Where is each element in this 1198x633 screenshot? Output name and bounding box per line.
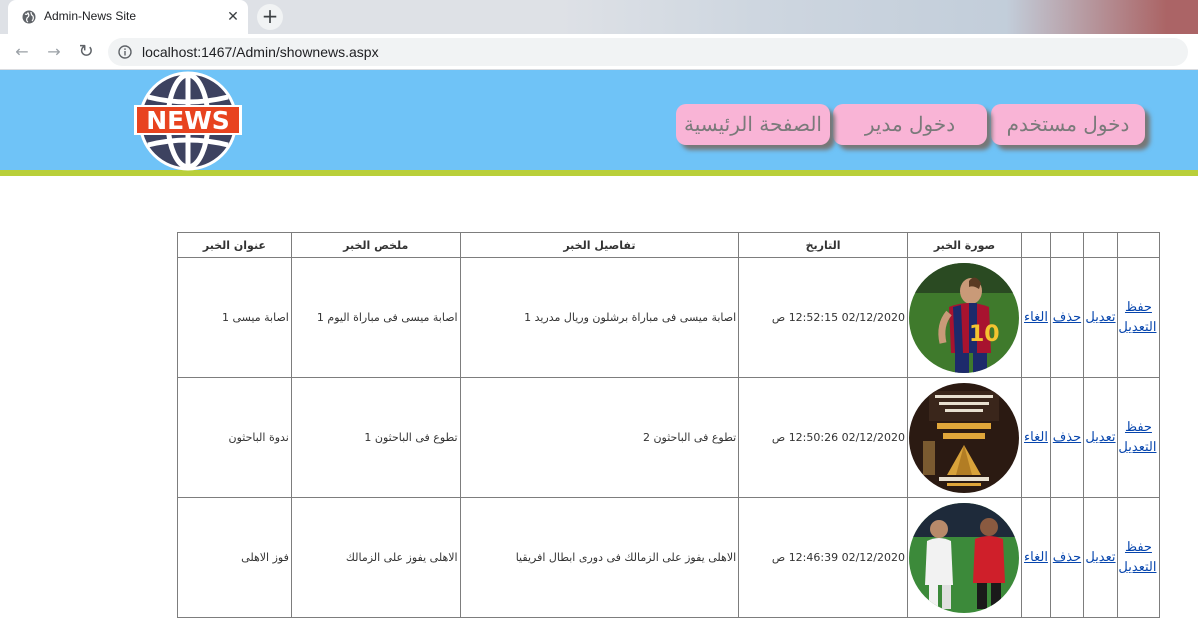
news-title: اصابة ميسى 1	[177, 257, 292, 378]
info-icon[interactable]	[118, 45, 132, 59]
table-row: ندوة الباحثون تطوع فى الباحثون 1 تطوع فى…	[177, 377, 1161, 498]
header-date: التاريخ	[738, 232, 908, 258]
header-image: صورة الخبر	[907, 232, 1022, 258]
header-details: تفاصيل الخبر	[459, 232, 740, 258]
delete-link[interactable]: حذف	[1053, 428, 1081, 448]
save-cell: حفظ التعديل	[1116, 377, 1161, 498]
edit-cell: تعديل	[1082, 257, 1118, 378]
save-cell: حفظ التعديل	[1116, 497, 1161, 618]
save-edit-link[interactable]: حفظ التعديل	[1118, 298, 1156, 338]
delete-link[interactable]: حذف	[1053, 308, 1081, 328]
news-details: اصابة ميسى فى مباراة برشلون وريال مدريد …	[459, 257, 740, 378]
news-table: عنوان الخبر ملخص الخبر تفاصيل الخبر التا…	[177, 232, 1161, 618]
cancel-link[interactable]: الغاء	[1024, 428, 1048, 448]
news-summary: اصابة ميسى فى مباراة اليوم 1	[290, 257, 461, 378]
back-icon[interactable]: ←	[12, 42, 32, 62]
table-row: اصابة ميسى 1 اصابة ميسى فى مباراة اليوم …	[177, 257, 1161, 378]
delete-cell: حذف	[1049, 377, 1084, 498]
browser-tab[interactable]: Admin-News Site ✕	[8, 0, 248, 34]
globe-icon	[22, 10, 36, 24]
header-cancel-col	[1020, 232, 1051, 258]
logo-text: NEWS	[146, 106, 230, 135]
url-text: localhost:1467/Admin/shownews.aspx	[142, 44, 379, 60]
news-date: 02/12/2020 12:52:15 ص	[738, 257, 908, 378]
news-image-cell	[907, 497, 1022, 618]
news-summary: الاهلى يفوز على الزمالك	[290, 497, 461, 618]
news-date: 02/12/2020 12:46:39 ص	[738, 497, 908, 618]
delete-cell: حذف	[1049, 497, 1084, 618]
edit-link[interactable]: تعديل	[1085, 308, 1115, 328]
cancel-cell: الغاء	[1020, 497, 1051, 618]
header-save-col	[1116, 232, 1161, 258]
window-background	[560, 0, 1198, 34]
header-delete-col	[1049, 232, 1084, 258]
news-title: ندوة الباحثون	[177, 377, 292, 498]
admin-login-button[interactable]: دخول مدير	[833, 104, 987, 145]
browser-tabstrip: Admin-News Site ✕ +	[0, 0, 1198, 34]
address-bar-row: ← → ↻ localhost:1467/Admin/shownews.aspx	[0, 34, 1198, 96]
news-date: 02/12/2020 12:50:26 ص	[738, 377, 908, 498]
delete-link[interactable]: حذف	[1053, 548, 1081, 568]
cancel-cell: الغاء	[1020, 257, 1051, 378]
header-title: عنوان الخبر	[177, 232, 292, 258]
reload-icon[interactable]: ↻	[76, 42, 96, 62]
cancel-link[interactable]: الغاء	[1024, 548, 1048, 568]
close-tab-icon[interactable]: ✕	[224, 8, 242, 26]
edit-link[interactable]: تعديل	[1085, 548, 1115, 568]
edit-link[interactable]: تعديل	[1085, 428, 1115, 448]
delete-cell: حذف	[1049, 257, 1084, 378]
cancel-link[interactable]: الغاء	[1024, 308, 1048, 328]
messi-photo: 10	[909, 262, 1020, 373]
researchers-poster	[909, 382, 1020, 493]
news-logo: NEWS	[134, 71, 242, 171]
url-input[interactable]: localhost:1467/Admin/shownews.aspx	[108, 38, 1188, 66]
edit-cell: تعديل	[1082, 377, 1118, 498]
home-page-button[interactable]: الصفحة الرئيسية	[676, 104, 830, 145]
user-login-button[interactable]: دخول مستخدم	[991, 104, 1145, 145]
edit-cell: تعديل	[1082, 497, 1118, 618]
news-summary: تطوع فى الباحثون 1	[290, 377, 461, 498]
header-summary: ملخص الخبر	[290, 232, 461, 258]
news-image-cell	[907, 377, 1022, 498]
news-details: الاهلى يفوز على الزمالك فى دورى ابطال اف…	[459, 497, 740, 618]
news-details: تطوع فى الباحثون 2	[459, 377, 740, 498]
save-cell: حفظ التعديل	[1116, 257, 1161, 378]
svg-text:10: 10	[969, 322, 1000, 347]
news-title: فوز الاهلى	[177, 497, 292, 618]
table-header-row: عنوان الخبر ملخص الخبر تفاصيل الخبر التا…	[177, 232, 1161, 258]
table-row: فوز الاهلى الاهلى يفوز على الزمالك الاهل…	[177, 497, 1161, 618]
forward-icon[interactable]: →	[44, 42, 64, 62]
save-edit-link[interactable]: حفظ التعديل	[1118, 538, 1156, 578]
new-tab-button[interactable]: +	[257, 4, 283, 30]
header-edit-col	[1082, 232, 1118, 258]
news-image-cell: 10	[907, 257, 1022, 378]
save-edit-link[interactable]: حفظ التعديل	[1118, 418, 1156, 458]
football-match-photo	[909, 502, 1020, 613]
cancel-cell: الغاء	[1020, 377, 1051, 498]
tab-title: Admin-News Site	[44, 9, 137, 23]
